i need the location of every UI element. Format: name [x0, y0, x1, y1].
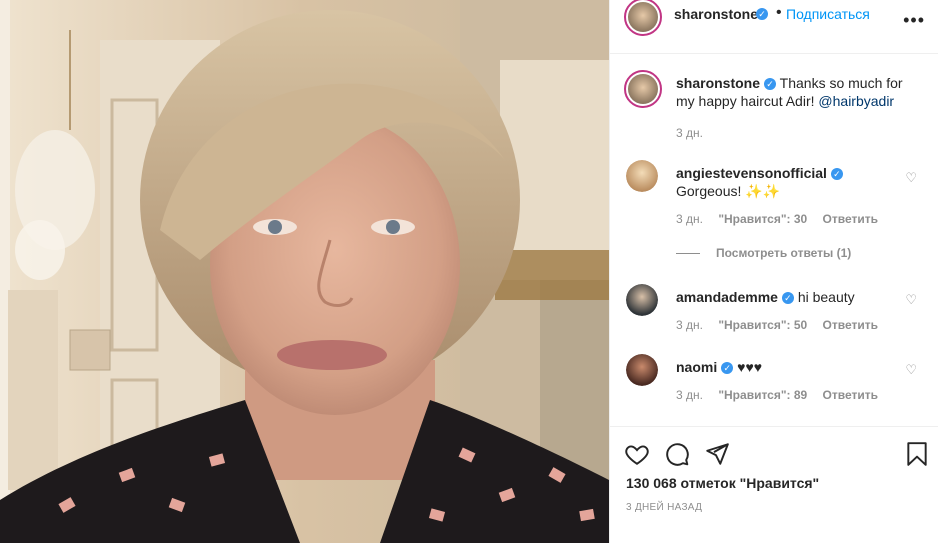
verified-icon: ✓ [721, 362, 734, 375]
verified-icon: ✓ [781, 292, 794, 305]
reply-button[interactable]: Ответить [823, 318, 878, 332]
verified-icon: ✓ [830, 168, 843, 181]
more-icon[interactable]: ••• [903, 10, 925, 31]
commenter-avatar[interactable] [626, 160, 658, 192]
comment-like-icon[interactable]: ♡ [905, 170, 917, 186]
dot-separator: • [776, 4, 782, 21]
reply-button[interactable]: Ответить [823, 212, 878, 226]
post-date[interactable]: 3 ДНЕЙ НАЗАД [626, 502, 702, 513]
comment-time[interactable]: 3 дн. [676, 212, 703, 226]
comment-body: Gorgeous! ✨✨ [676, 183, 781, 199]
comment-username[interactable]: amandademme [676, 289, 778, 305]
caption-username[interactable]: sharonstone [676, 75, 760, 91]
comment-time[interactable]: 3 дн. [676, 388, 703, 402]
author-avatar[interactable] [624, 0, 662, 36]
comment-text: naomi ✓ ♥♥♥ [676, 358, 906, 376]
heart-icon[interactable] [624, 441, 650, 467]
comment-likes[interactable]: "Нравится": 50 [718, 318, 807, 332]
verified-icon: ✓ [756, 8, 768, 20]
view-replies-button[interactable]: Посмотреть ответы (1) [676, 246, 851, 260]
comment-meta: 3 дн. "Нравится": 50 Ответить [676, 318, 890, 332]
selfie-image [0, 0, 609, 543]
comment-like-icon[interactable]: ♡ [905, 292, 917, 308]
caption-mention[interactable]: @hairbyadir [818, 93, 894, 109]
share-icon[interactable] [704, 441, 730, 467]
replies-line [676, 253, 700, 255]
comment-icon[interactable] [664, 441, 690, 467]
commenter-avatar[interactable] [626, 354, 658, 386]
post-sidebar: sharonstone ✓ • Подписаться ••• sharonst… [609, 0, 938, 543]
comment-likes[interactable]: "Нравится": 30 [718, 212, 807, 226]
comment-text: angiestevensonofficial ✓ Gorgeous! ✨✨ [676, 164, 906, 200]
comment-username[interactable]: naomi [676, 359, 717, 375]
comment-likes[interactable]: "Нравится": 89 [718, 388, 807, 402]
bookmark-icon[interactable] [904, 441, 930, 467]
comment-body: hi beauty [797, 289, 855, 305]
caption-meta: 3 дн. [676, 126, 715, 140]
caption-time[interactable]: 3 дн. [676, 126, 703, 140]
post-header: sharonstone ✓ • Подписаться ••• [610, 0, 938, 54]
comment-like-icon[interactable]: ♡ [905, 362, 917, 378]
follow-button[interactable]: Подписаться [786, 6, 870, 22]
likes-count[interactable]: 130 068 отметок "Нравится" [626, 475, 819, 491]
action-bar: 130 068 отметок "Нравится" 3 ДНЕЙ НАЗАД [610, 426, 938, 543]
caption-text: sharonstone ✓ Thanks so much for my happy… [676, 74, 906, 110]
view-replies-label[interactable]: Посмотреть ответы (1) [716, 246, 851, 260]
caption-avatar[interactable] [624, 70, 662, 108]
comment-meta: 3 дн. "Нравится": 89 Ответить [676, 388, 890, 402]
author-username[interactable]: sharonstone [674, 6, 758, 22]
comment-username[interactable]: angiestevensonofficial [676, 165, 827, 181]
reply-button[interactable]: Ответить [823, 388, 878, 402]
post-photo[interactable] [0, 0, 609, 543]
comment-time[interactable]: 3 дн. [676, 318, 703, 332]
commenter-avatar[interactable] [626, 284, 658, 316]
comment-meta: 3 дн. "Нравится": 30 Ответить [676, 212, 890, 226]
comment-text: amandademme ✓ hi beauty [676, 288, 906, 306]
comment-body: ♥♥♥ [737, 359, 763, 375]
verified-icon: ✓ [764, 78, 777, 91]
comments-list[interactable]: sharonstone ✓ Thanks so much for my happy… [610, 54, 938, 426]
